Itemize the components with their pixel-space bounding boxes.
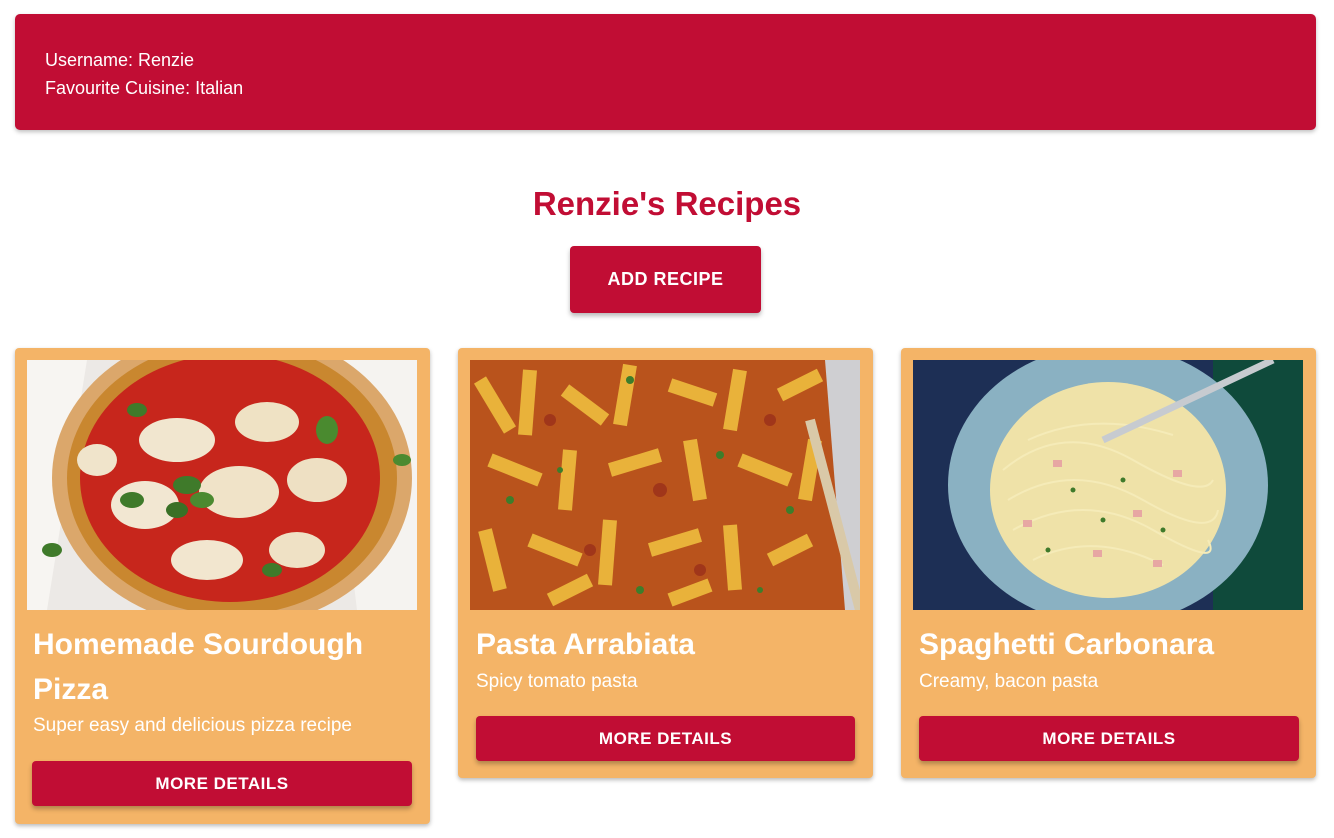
recipe-title: Pasta Arrabiata [476,628,695,661]
profile-banner: Username: Renzie Favourite Cuisine: Ital… [15,14,1316,130]
recipe-card: Homemade Sourdough Pizza Super easy and … [15,348,430,824]
penne-pasta-photo [470,360,860,610]
recipe-description: Super easy and delicious pizza recipe [33,715,352,736]
spaghetti-carbonara-photo [913,360,1303,610]
more-details-button[interactable]: MORE DETAILS [32,761,412,806]
recipe-description: Spicy tomato pasta [476,671,638,692]
pizza-photo [27,360,417,610]
recipe-title: Spaghetti Carbonara [919,628,1215,661]
recipe-card: Spaghetti Carbonara Creamy, bacon pasta … [901,348,1316,778]
username-text: Username: Renzie [45,50,195,70]
favourite-cuisine-text: Favourite Cuisine: Italian [45,78,244,98]
more-details-button[interactable]: MORE DETAILS [919,716,1299,761]
recipe-card: Pasta Arrabiata Spicy tomato pasta MORE … [458,348,873,778]
more-details-button[interactable]: MORE DETAILS [476,716,855,761]
add-recipe-button[interactable]: ADD RECIPE [570,246,761,313]
recipe-title: Homemade Sourdough Pizza [33,628,364,706]
page-title: Renzie's Recipes [532,185,802,222]
recipe-description: Creamy, bacon pasta [919,671,1099,692]
